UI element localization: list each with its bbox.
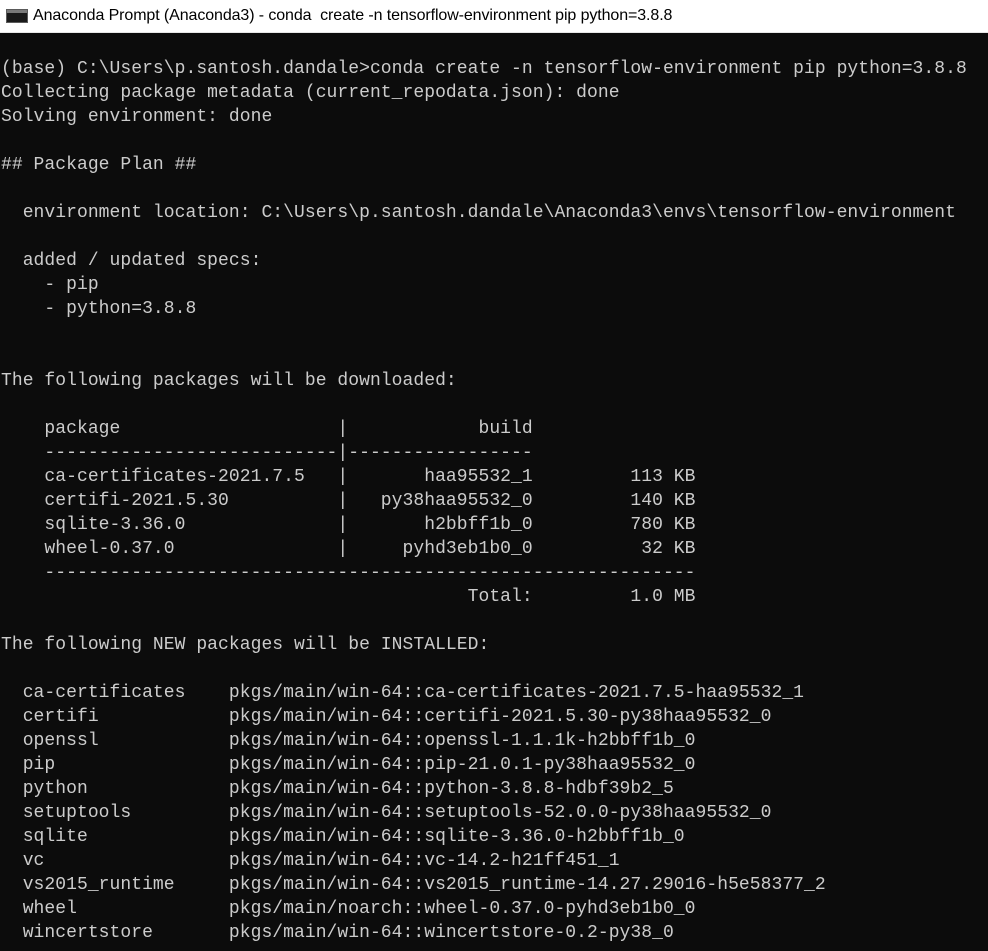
console-line: wheel-0.37.0 | pyhd3eb1b0_0 32 KB <box>1 539 696 559</box>
console-output[interactable]: (base) C:\Users\p.santosh.dandale>conda … <box>1 57 988 945</box>
console-line: ## Package Plan ## <box>1 155 197 175</box>
console-line: ---------------------------|------------… <box>1 443 533 463</box>
title-bar[interactable]: Anaconda Prompt (Anaconda3) - conda crea… <box>0 0 988 33</box>
terminal-window: Anaconda Prompt (Anaconda3) - conda crea… <box>0 0 988 951</box>
console-line: Total: 1.0 MB <box>1 587 696 607</box>
console-line: pip pkgs/main/win-64::pip-21.0.1-py38haa… <box>1 755 696 775</box>
console-line: sqlite-3.36.0 | h2bbff1b_0 780 KB <box>1 515 696 535</box>
console-line: vc pkgs/main/win-64::vc-14.2-h21ff451_1 <box>1 851 620 871</box>
console-line: openssl pkgs/main/win-64::openssl-1.1.1k… <box>1 731 696 751</box>
console-icon <box>6 9 28 23</box>
console-line: - python=3.8.8 <box>1 299 197 319</box>
console-line: setuptools pkgs/main/win-64::setuptools-… <box>1 803 772 823</box>
console-line: Collecting package metadata (current_rep… <box>1 83 620 103</box>
console-line: The following NEW packages will be INSTA… <box>1 635 490 655</box>
console-line: ----------------------------------------… <box>1 563 696 583</box>
console-line: ca-certificates-2021.7.5 | haa95532_1 11… <box>1 467 696 487</box>
console-line: python pkgs/main/win-64::python-3.8.8-hd… <box>1 779 674 799</box>
console-line: environment location: C:\Users\p.santosh… <box>1 203 956 223</box>
console-line: package | build <box>1 419 533 439</box>
console-line: (base) C:\Users\p.santosh.dandale>conda … <box>1 59 967 79</box>
console-line: sqlite pkgs/main/win-64::sqlite-3.36.0-h… <box>1 827 685 847</box>
console-line: ca-certificates pkgs/main/win-64::ca-cer… <box>1 683 805 703</box>
console-line: wincertstore pkgs/main/win-64::wincertst… <box>1 923 674 943</box>
console-line: Solving environment: done <box>1 107 273 127</box>
console-line: The following packages will be downloade… <box>1 371 457 391</box>
window-title: Anaconda Prompt (Anaconda3) - conda crea… <box>33 7 673 24</box>
console-line: vs2015_runtime pkgs/main/win-64::vs2015_… <box>1 875 826 895</box>
console-line: certifi pkgs/main/win-64::certifi-2021.5… <box>1 707 772 727</box>
console-line: - pip <box>1 275 99 295</box>
console-line: certifi-2021.5.30 | py38haa95532_0 140 K… <box>1 491 696 511</box>
console-line: wheel pkgs/main/noarch::wheel-0.37.0-pyh… <box>1 899 696 919</box>
console-line: added / updated specs: <box>1 251 262 271</box>
